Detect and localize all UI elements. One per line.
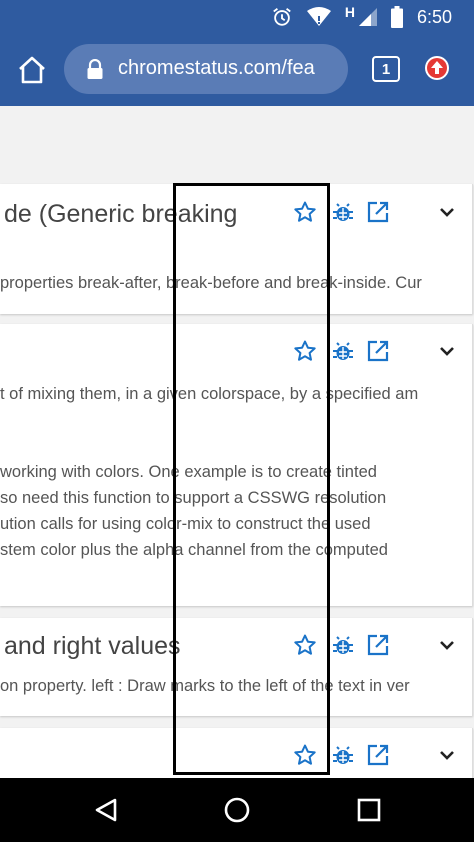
open-in-new-icon[interactable]: [366, 339, 390, 363]
status-bar: H 6:50: [0, 0, 474, 34]
open-in-new-icon[interactable]: [366, 633, 390, 657]
open-in-new-icon[interactable]: [366, 743, 390, 767]
feature-title[interactable]: and right values: [4, 632, 181, 661]
tab-switcher-button[interactable]: 1: [372, 56, 400, 82]
back-icon[interactable]: [92, 796, 120, 824]
home-circle-icon[interactable]: [223, 796, 251, 824]
chevron-down-icon[interactable]: [435, 200, 459, 224]
clock-time: 6:50: [416, 6, 452, 27]
open-in-new-icon[interactable]: [366, 200, 390, 224]
update-icon[interactable]: [425, 56, 449, 80]
home-icon[interactable]: [14, 52, 50, 88]
url-bar[interactable]: chromestatus.com/fea: [64, 44, 348, 94]
wifi-icon: [306, 7, 331, 27]
lock-icon: [86, 58, 104, 79]
highlight-box: [173, 183, 330, 775]
chevron-down-icon[interactable]: [435, 633, 459, 657]
system-nav-bar: [0, 778, 474, 842]
browser-toolbar: chromestatus.com/fea 1: [0, 34, 474, 106]
recents-icon[interactable]: [355, 796, 383, 824]
battery-icon: [390, 6, 403, 28]
alarm-icon: [271, 6, 293, 28]
bug-icon[interactable]: [331, 743, 355, 767]
bug-icon[interactable]: [331, 339, 355, 363]
bug-icon[interactable]: [331, 633, 355, 657]
bug-icon[interactable]: [331, 200, 355, 224]
chevron-down-icon[interactable]: [435, 743, 459, 767]
signal-icon: [358, 8, 377, 26]
url-text[interactable]: chromestatus.com/fea: [118, 57, 315, 80]
network-type-label: H: [344, 4, 355, 20]
chevron-down-icon[interactable]: [435, 339, 459, 363]
